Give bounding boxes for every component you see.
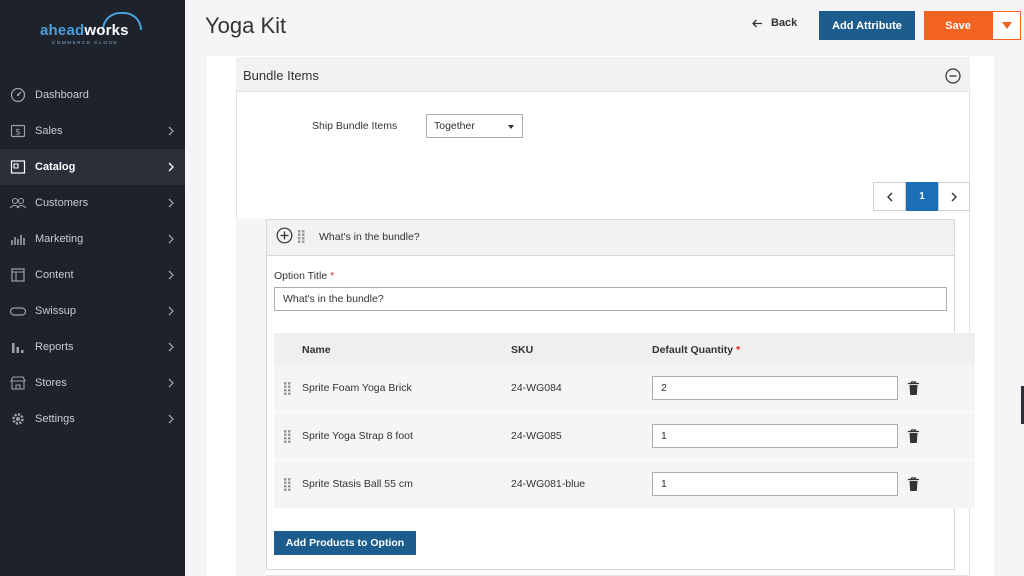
sidebar-item-label: Reports xyxy=(35,341,74,353)
sidebar-item-marketing[interactable]: Marketing xyxy=(0,221,185,257)
gear-icon xyxy=(9,410,27,428)
chevron-right-icon xyxy=(168,342,174,352)
dollar-icon: $ xyxy=(9,122,27,140)
pager-next-button[interactable] xyxy=(938,182,970,211)
sidebar-nav: Dashboard $ Sales Catalog Customers Mark… xyxy=(0,77,185,437)
sidebar-item-swissup[interactable]: Swissup xyxy=(0,293,185,329)
swissup-icon xyxy=(9,302,27,320)
sidebar-item-content[interactable]: Content xyxy=(0,257,185,293)
sidebar-item-reports[interactable]: Reports xyxy=(0,329,185,365)
column-header-sku: SKU xyxy=(511,344,534,356)
section-title: Bundle Items xyxy=(243,68,319,83)
default-quantity-input[interactable] xyxy=(652,472,898,496)
product-name: Sprite Yoga Strap 8 foot xyxy=(302,430,413,442)
sidebar-item-label: Catalog xyxy=(35,161,76,173)
pager-prev-button[interactable] xyxy=(873,182,906,211)
chevron-right-icon xyxy=(168,414,174,424)
option-title-input[interactable] xyxy=(274,287,947,311)
sidebar-item-label: Sales xyxy=(35,125,63,137)
chevron-right-icon xyxy=(168,126,174,136)
save-button[interactable]: Save xyxy=(924,11,992,40)
default-quantity-input[interactable] xyxy=(652,424,898,448)
sidebar-item-dashboard[interactable]: Dashboard xyxy=(0,77,185,113)
sidebar-item-label: Settings xyxy=(35,413,75,425)
chevron-right-icon xyxy=(168,270,174,280)
column-header-name: Name xyxy=(302,344,331,356)
sidebar-item-label: Customers xyxy=(35,197,89,209)
chevron-right-icon xyxy=(168,306,174,316)
sidebar-item-catalog[interactable]: Catalog xyxy=(0,149,185,185)
aheadworks-logo[interactable]: aheadworks COMMERCE CLOUD xyxy=(40,12,144,46)
trash-icon[interactable] xyxy=(907,429,920,444)
chevron-left-icon xyxy=(886,192,892,201)
sidebar-item-label: Swissup xyxy=(35,305,76,317)
pager-current-page[interactable]: 1 xyxy=(906,182,938,211)
customers-icon xyxy=(9,194,27,212)
bundle-items-header[interactable] xyxy=(236,57,970,92)
expand-plus-icon[interactable] xyxy=(276,227,293,244)
catalog-icon xyxy=(9,158,27,176)
chevron-right-icon xyxy=(951,192,957,201)
page-title: Yoga Kit xyxy=(205,13,287,38)
required-asterisk: * xyxy=(736,344,741,356)
product-name: Sprite Foam Yoga Brick xyxy=(302,382,412,394)
caret-down-icon xyxy=(508,125,514,129)
sidebar-item-label: Content xyxy=(35,269,74,281)
save-options-dropdown[interactable] xyxy=(992,11,1021,40)
sidebar-item-stores[interactable]: Stores xyxy=(0,365,185,401)
drag-handle-icon[interactable] xyxy=(284,478,291,491)
content-icon xyxy=(9,266,27,284)
chevron-right-icon xyxy=(168,378,174,388)
stores-icon xyxy=(9,374,27,392)
logo-text: aheadworks xyxy=(40,22,129,39)
ship-bundle-items-label: Ship Bundle Items xyxy=(312,120,398,132)
table-header xyxy=(274,333,975,365)
required-asterisk: * xyxy=(330,270,335,282)
dashboard-icon xyxy=(9,86,27,104)
trash-icon[interactable] xyxy=(907,477,920,492)
option-header-title: What's in the bundle? xyxy=(319,231,420,243)
arrow-left-icon xyxy=(752,19,762,27)
caret-down-icon xyxy=(1001,22,1012,29)
chevron-right-icon xyxy=(168,198,174,208)
drag-handle-icon[interactable] xyxy=(284,430,291,443)
product-name: Sprite Stasis Ball 55 cm xyxy=(302,478,413,490)
sidebar-item-label: Stores xyxy=(35,377,67,389)
product-sku: 24-WG081-blue xyxy=(511,478,586,490)
sidebar-item-customers[interactable]: Customers xyxy=(0,185,185,221)
option-left-strip xyxy=(236,219,266,576)
add-products-to-option-button[interactable]: Add Products to Option xyxy=(274,531,416,555)
add-attribute-button[interactable]: Add Attribute xyxy=(819,11,915,40)
option-title-label: Option Title * xyxy=(274,270,335,282)
sidebar-item-sales[interactable]: $ Sales xyxy=(0,113,185,149)
drag-handle-icon[interactable] xyxy=(284,382,291,395)
product-sku: 24-WG084 xyxy=(511,382,562,394)
chevron-right-icon xyxy=(168,234,174,244)
logo-subtitle: COMMERCE CLOUD xyxy=(52,40,119,45)
collapse-minus-icon[interactable] xyxy=(945,68,961,84)
drag-handle-icon[interactable] xyxy=(298,230,305,243)
trash-icon[interactable] xyxy=(907,381,920,396)
sidebar: aheadworks COMMERCE CLOUD Dashboard $ Sa… xyxy=(0,0,185,576)
ship-select-value: Together xyxy=(434,120,475,132)
sidebar-item-settings[interactable]: Settings xyxy=(0,401,185,437)
svg-text:$: $ xyxy=(15,128,21,138)
column-header-default-quantity: Default Quantity * xyxy=(652,344,741,356)
back-label: Back xyxy=(771,17,798,29)
default-quantity-input[interactable] xyxy=(652,376,898,400)
sidebar-item-label: Marketing xyxy=(35,233,84,245)
chevron-right-icon xyxy=(168,162,174,172)
ship-bundle-items-select[interactable]: Together xyxy=(426,114,523,138)
marketing-icon xyxy=(9,230,27,248)
reports-icon xyxy=(9,338,27,356)
back-button[interactable]: Back xyxy=(752,17,797,29)
product-sku: 24-WG085 xyxy=(511,430,562,442)
sidebar-item-label: Dashboard xyxy=(35,89,89,101)
